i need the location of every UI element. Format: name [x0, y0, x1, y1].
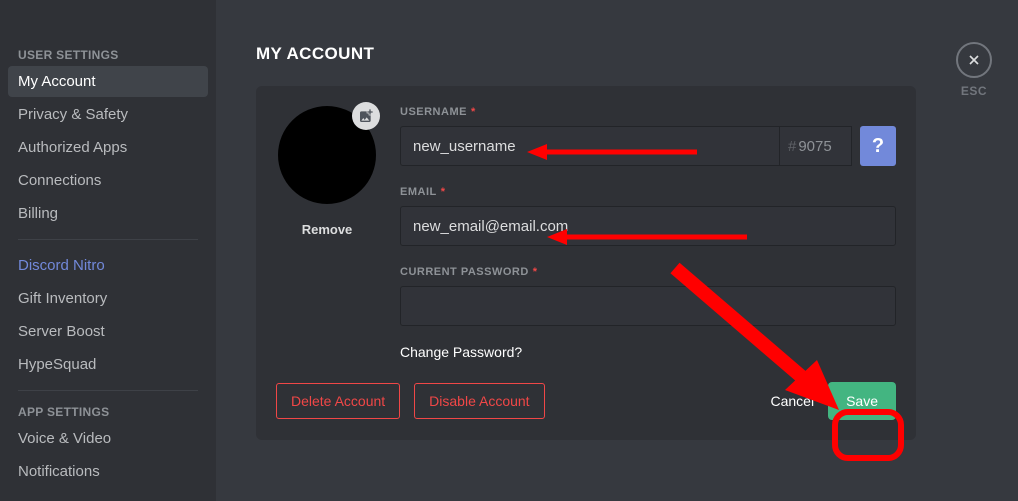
- main-content: MY ACCOUNT Remove USERNAME* #9075 ?: [216, 0, 1018, 501]
- account-card: Remove USERNAME* #9075 ? EMAIL* CURRENT …: [256, 86, 916, 440]
- page-title: MY ACCOUNT: [256, 44, 978, 64]
- password-label: CURRENT PASSWORD*: [400, 266, 896, 278]
- close-icon: [966, 52, 982, 68]
- sidebar-heading-user: USER SETTINGS: [8, 44, 208, 66]
- sidebar-heading-app: APP SETTINGS: [8, 401, 208, 423]
- username-label: USERNAME*: [400, 106, 896, 118]
- card-footer: Delete Account Disable Account Cancel Sa…: [276, 382, 896, 420]
- sidebar-item-voice[interactable]: Voice & Video: [8, 423, 208, 454]
- help-button[interactable]: ?: [860, 126, 896, 166]
- sidebar-item-hypesquad[interactable]: HypeSquad: [8, 349, 208, 380]
- required-mark: *: [471, 106, 476, 118]
- discriminator-box: #9075: [780, 126, 852, 166]
- sidebar-item-boost[interactable]: Server Boost: [8, 316, 208, 347]
- change-password-link[interactable]: Change Password?: [400, 344, 896, 360]
- username-input[interactable]: [400, 126, 780, 166]
- close-button[interactable]: [956, 42, 992, 78]
- sidebar-item-my-account[interactable]: My Account: [8, 66, 208, 97]
- sidebar-item-connections[interactable]: Connections: [8, 165, 208, 196]
- current-password-input[interactable]: [400, 286, 896, 326]
- avatar-upload-button[interactable]: [352, 102, 380, 130]
- cancel-button[interactable]: Cancel: [770, 393, 814, 409]
- required-mark: *: [441, 186, 446, 198]
- save-button[interactable]: Save: [828, 382, 896, 420]
- delete-account-button[interactable]: Delete Account: [276, 383, 400, 419]
- sidebar-item-privacy[interactable]: Privacy & Safety: [8, 99, 208, 130]
- sidebar-item-nitro[interactable]: Discord Nitro: [8, 250, 208, 281]
- fields-column: USERNAME* #9075 ? EMAIL* CURRENT PASSWOR…: [400, 106, 896, 360]
- image-add-icon: [358, 108, 374, 124]
- avatar-column: Remove: [276, 106, 378, 360]
- avatar-remove-link[interactable]: Remove: [302, 222, 353, 237]
- disable-account-button[interactable]: Disable Account: [414, 383, 544, 419]
- hash-icon: #: [788, 138, 796, 155]
- email-label: EMAIL*: [400, 186, 896, 198]
- sidebar-separator: [18, 390, 198, 391]
- sidebar-item-gift[interactable]: Gift Inventory: [8, 283, 208, 314]
- sidebar-item-auth-apps[interactable]: Authorized Apps: [8, 132, 208, 163]
- sidebar-item-billing[interactable]: Billing: [8, 198, 208, 229]
- sidebar: USER SETTINGS My Account Privacy & Safet…: [0, 0, 216, 501]
- sidebar-separator: [18, 239, 198, 240]
- sidebar-item-notifications[interactable]: Notifications: [8, 456, 208, 487]
- esc-label: ESC: [961, 84, 987, 98]
- email-input[interactable]: [400, 206, 896, 246]
- required-mark: *: [533, 266, 538, 278]
